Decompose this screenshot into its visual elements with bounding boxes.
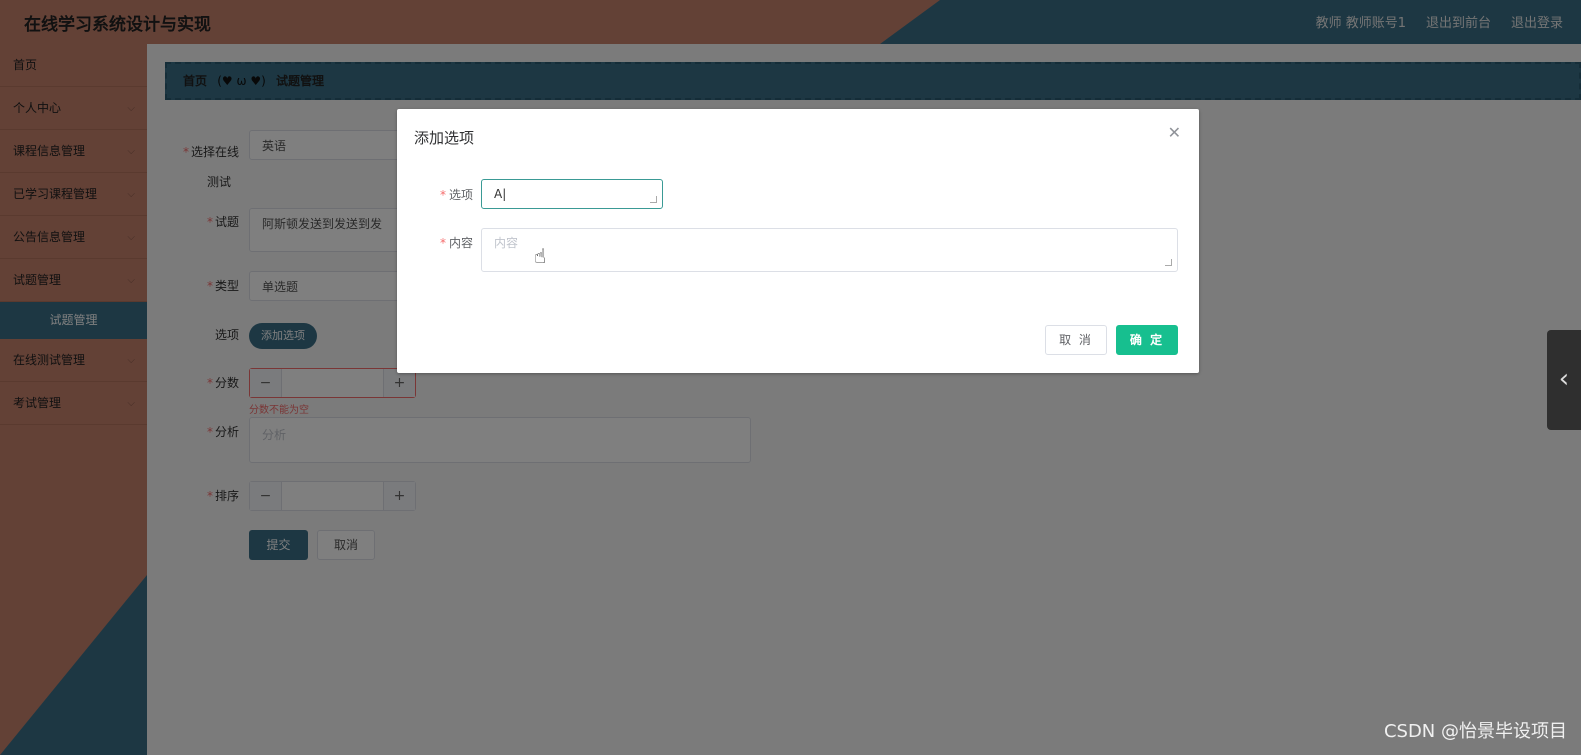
- dialog-confirm-button[interactable]: 确 定: [1116, 325, 1178, 355]
- dialog-cancel-button[interactable]: 取 消: [1045, 325, 1107, 355]
- content-label: * 内容: [439, 236, 473, 250]
- add-option-dialog: 添加选项 ✕ * 选项 A| * 内容 内容 取 消 确 定: [397, 109, 1199, 373]
- option-input[interactable]: A|: [481, 179, 663, 209]
- resize-handle-icon[interactable]: [1165, 259, 1172, 266]
- option-label: * 选项: [439, 188, 473, 202]
- resize-handle-icon[interactable]: [650, 196, 657, 203]
- chevron-left-icon: ‹: [1558, 364, 1570, 394]
- content-placeholder: 内容: [494, 236, 519, 250]
- option-input-value: A|: [494, 187, 507, 201]
- content-textarea[interactable]: 内容: [481, 228, 1178, 272]
- hand-pointer-icon: ☝: [534, 244, 547, 268]
- watermark: CSDN @怡景毕设项目: [1383, 721, 1567, 742]
- collapse-panel-toggle[interactable]: ‹: [1547, 330, 1581, 430]
- close-icon[interactable]: ✕: [1168, 123, 1181, 142]
- dialog-title: 添加选项: [414, 129, 475, 147]
